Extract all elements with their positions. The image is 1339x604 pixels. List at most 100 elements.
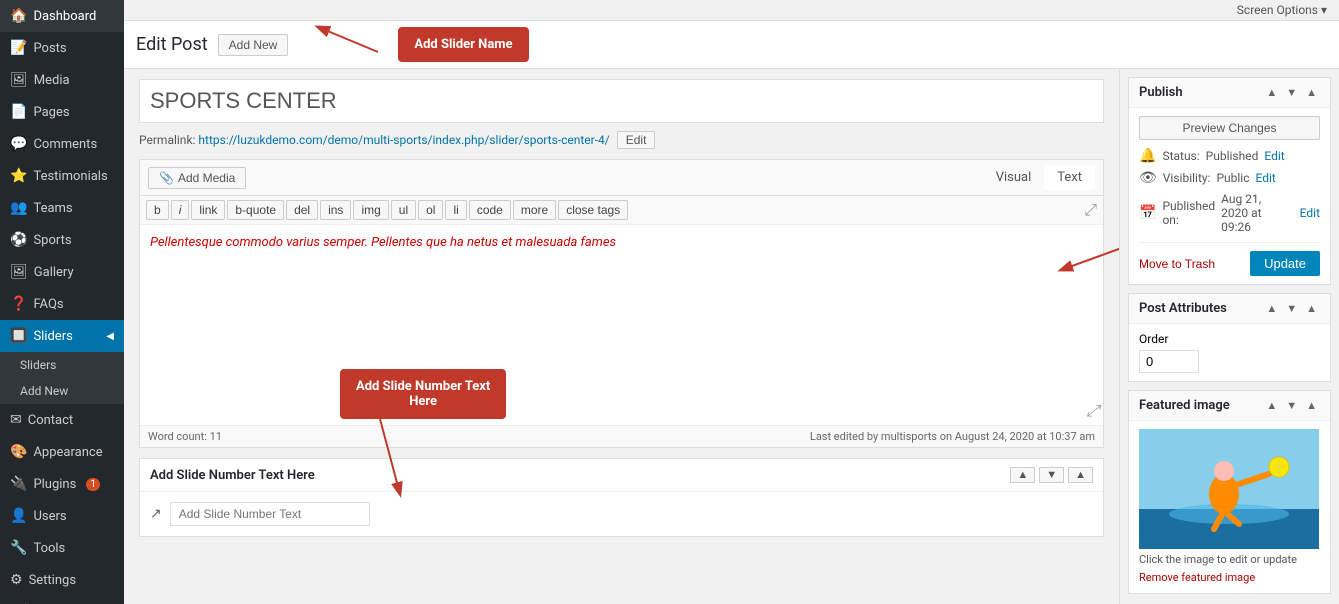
attr-ctrl-up[interactable]: ▲ xyxy=(1263,301,1280,316)
published-edit-link[interactable]: Edit xyxy=(1300,206,1320,220)
status-row: 🔔 Status: Published Edit xyxy=(1139,148,1320,164)
dashboard-icon: 🏠 xyxy=(10,8,27,24)
update-button[interactable]: Update xyxy=(1250,251,1320,276)
sidebar-item-faqs[interactable]: ❓ FAQs xyxy=(0,288,124,320)
teams-icon: 👥 xyxy=(10,200,27,216)
annotation-container-slide-number: Add Slide Number Text Here xyxy=(340,369,506,419)
remove-featured-image-link[interactable]: Remove featured image xyxy=(1139,571,1255,584)
word-count-value: 11 xyxy=(210,430,222,443)
post-attributes-header[interactable]: Post Attributes ▲ ▼ ▲ xyxy=(1129,294,1330,324)
btn-img[interactable]: img xyxy=(353,200,388,220)
publish-ctrl-down[interactable]: ▼ xyxy=(1283,85,1300,100)
permalink-edit-button[interactable]: Edit xyxy=(617,131,656,149)
add-media-icon: 📎 xyxy=(159,171,174,185)
published-row: 📅 Published on: Aug 21, 2020 at 09:26 Ed… xyxy=(1139,192,1320,234)
btn-ol[interactable]: ol xyxy=(418,200,443,220)
post-attributes-title: Post Attributes xyxy=(1139,301,1227,316)
sidebar-item-teams[interactable]: 👥 Teams xyxy=(0,192,124,224)
editor-text: Pellentesque commodo varius semper. Pell… xyxy=(150,235,616,250)
sidebar-item-posts[interactable]: 📝 Posts xyxy=(0,32,124,64)
sidebar-item-testimonials[interactable]: ⭐ Testimonials xyxy=(0,160,124,192)
annotation-slide-number: Add Slide Number Text Here xyxy=(340,369,506,419)
status-edit-link[interactable]: Edit xyxy=(1264,149,1284,163)
post-attributes-controls: ▲ ▼ ▲ xyxy=(1263,301,1320,316)
sidebar-item-label: Tools xyxy=(33,541,65,556)
editor-toolbar-top: 📎 Add Media Visual Text xyxy=(140,160,1103,196)
btn-i[interactable]: i xyxy=(171,200,190,220)
publish-ctrl-up[interactable]: ▲ xyxy=(1263,85,1280,100)
btn-ul[interactable]: ul xyxy=(391,200,416,220)
order-input[interactable] xyxy=(1139,350,1199,373)
btn-ins[interactable]: ins xyxy=(320,200,351,220)
slide-ctrl-down[interactable]: ▼ xyxy=(1039,467,1064,483)
arrow-slider-content xyxy=(1051,220,1119,280)
sidebar-item-media[interactable]: 🖼 Media xyxy=(0,64,124,96)
btn-code[interactable]: code xyxy=(469,200,511,220)
btn-li[interactable]: li xyxy=(445,200,466,220)
visibility-label: Visibility: xyxy=(1163,171,1211,185)
sidebar-item-users[interactable]: 👤 Users xyxy=(0,500,124,532)
attr-ctrl-expand[interactable]: ▲ xyxy=(1303,301,1320,316)
sidebar-item-pages[interactable]: 📄 Pages xyxy=(0,96,124,128)
sidebar-item-settings[interactable]: ⚙ Settings xyxy=(0,564,124,596)
feat-ctrl-down[interactable]: ▼ xyxy=(1283,398,1300,413)
permalink-label: Permalink: xyxy=(139,133,195,147)
word-count-label: Word count: xyxy=(148,430,207,443)
sidebar-collapse-arrow: ◀ xyxy=(106,331,114,342)
sidebar-item-appearance[interactable]: 🎨 Appearance xyxy=(0,436,124,468)
sidebar-item-plugins[interactable]: 🔌 Plugins 1 xyxy=(0,468,124,500)
posts-icon: 📝 xyxy=(10,40,27,56)
attr-ctrl-down[interactable]: ▼ xyxy=(1283,301,1300,316)
publish-box-header[interactable]: Publish ▲ ▼ ▲ xyxy=(1129,78,1330,108)
btn-del[interactable]: del xyxy=(286,200,318,220)
sidebar-item-comments[interactable]: 💬 Comments xyxy=(0,128,124,160)
slide-expand-icon[interactable]: ↗ xyxy=(150,506,162,522)
sidebar-item-gallery[interactable]: 🖼 Gallery xyxy=(0,256,124,288)
slide-number-box: Add Slide Number Text Here Add Slide Num… xyxy=(139,458,1104,537)
slide-ctrl-up[interactable]: ▲ xyxy=(1010,467,1035,483)
editor-tabs: Visual Text xyxy=(983,165,1095,190)
add-new-button[interactable]: Add New xyxy=(218,34,289,56)
tab-text[interactable]: Text xyxy=(1044,165,1095,190)
slide-number-input[interactable] xyxy=(170,502,370,526)
gallery-icon: 🖼 xyxy=(10,264,28,280)
editor-content[interactable]: Pellentesque commodo varius semper. Pell… xyxy=(140,225,1103,425)
btn-b-quote[interactable]: b-quote xyxy=(227,200,284,220)
tab-visual[interactable]: Visual xyxy=(983,165,1045,190)
sidebar-item-tools[interactable]: 🔧 Tools xyxy=(0,532,124,564)
faqs-icon: ❓ xyxy=(10,296,27,312)
featured-image-svg[interactable] xyxy=(1139,429,1319,549)
permalink-row: Permalink: https://luzukdemo.com/demo/mu… xyxy=(139,131,1104,149)
media-icon: 🖼 xyxy=(10,72,28,88)
sidebar-submenu-item-add-new[interactable]: Add New xyxy=(0,378,124,404)
btn-more[interactable]: more xyxy=(513,200,556,220)
visibility-edit-link[interactable]: Edit xyxy=(1256,171,1276,185)
testimonials-icon: ⭐ xyxy=(10,168,27,184)
status-icon: 🔔 xyxy=(1139,148,1156,164)
editor-expand-icon[interactable]: ⤢ xyxy=(1084,200,1097,220)
sidebar-item-sliders[interactable]: 🔲 Sliders ◀ xyxy=(0,320,124,352)
sidebar-submenu-item-sliders[interactable]: Sliders xyxy=(0,352,124,378)
preview-changes-button[interactable]: Preview Changes xyxy=(1139,116,1320,140)
slide-ctrl-expand[interactable]: ▲ xyxy=(1068,467,1093,483)
sidebar-item-sports[interactable]: ⚽ Sports xyxy=(0,224,124,256)
sidebar-item-contact[interactable]: ✉ Contact xyxy=(0,404,124,436)
featured-image-header[interactable]: Featured image ▲ ▼ ▲ xyxy=(1129,391,1330,421)
post-title-input[interactable] xyxy=(139,79,1104,123)
publish-ctrl-expand[interactable]: ▲ xyxy=(1303,85,1320,100)
sidebar-item-label: Pages xyxy=(33,105,69,120)
sidebar-item-dashboard[interactable]: 🏠 Dashboard xyxy=(0,0,124,32)
add-media-button[interactable]: 📎 Add Media xyxy=(148,167,246,189)
sidebar-item-label: Settings xyxy=(29,573,76,588)
btn-link[interactable]: link xyxy=(191,200,225,220)
editor-resize-handle[interactable]: ⤢ xyxy=(1086,401,1099,421)
permalink-link[interactable]: https://luzukdemo.com/demo/multi-sports/… xyxy=(198,133,609,147)
screen-options-button[interactable]: Screen Options ▾ xyxy=(1237,3,1327,17)
sidebar-item-plugin-cart-bar[interactable]: 🛒 Plugin Cart Bar xyxy=(0,596,124,604)
feat-ctrl-up[interactable]: ▲ xyxy=(1263,398,1280,413)
visibility-icon: 👁 xyxy=(1139,170,1157,186)
btn-close-tags[interactable]: close tags xyxy=(558,200,628,220)
move-to-trash-button[interactable]: Move to Trash xyxy=(1139,257,1215,271)
btn-b[interactable]: b xyxy=(146,200,169,220)
feat-ctrl-expand[interactable]: ▲ xyxy=(1303,398,1320,413)
